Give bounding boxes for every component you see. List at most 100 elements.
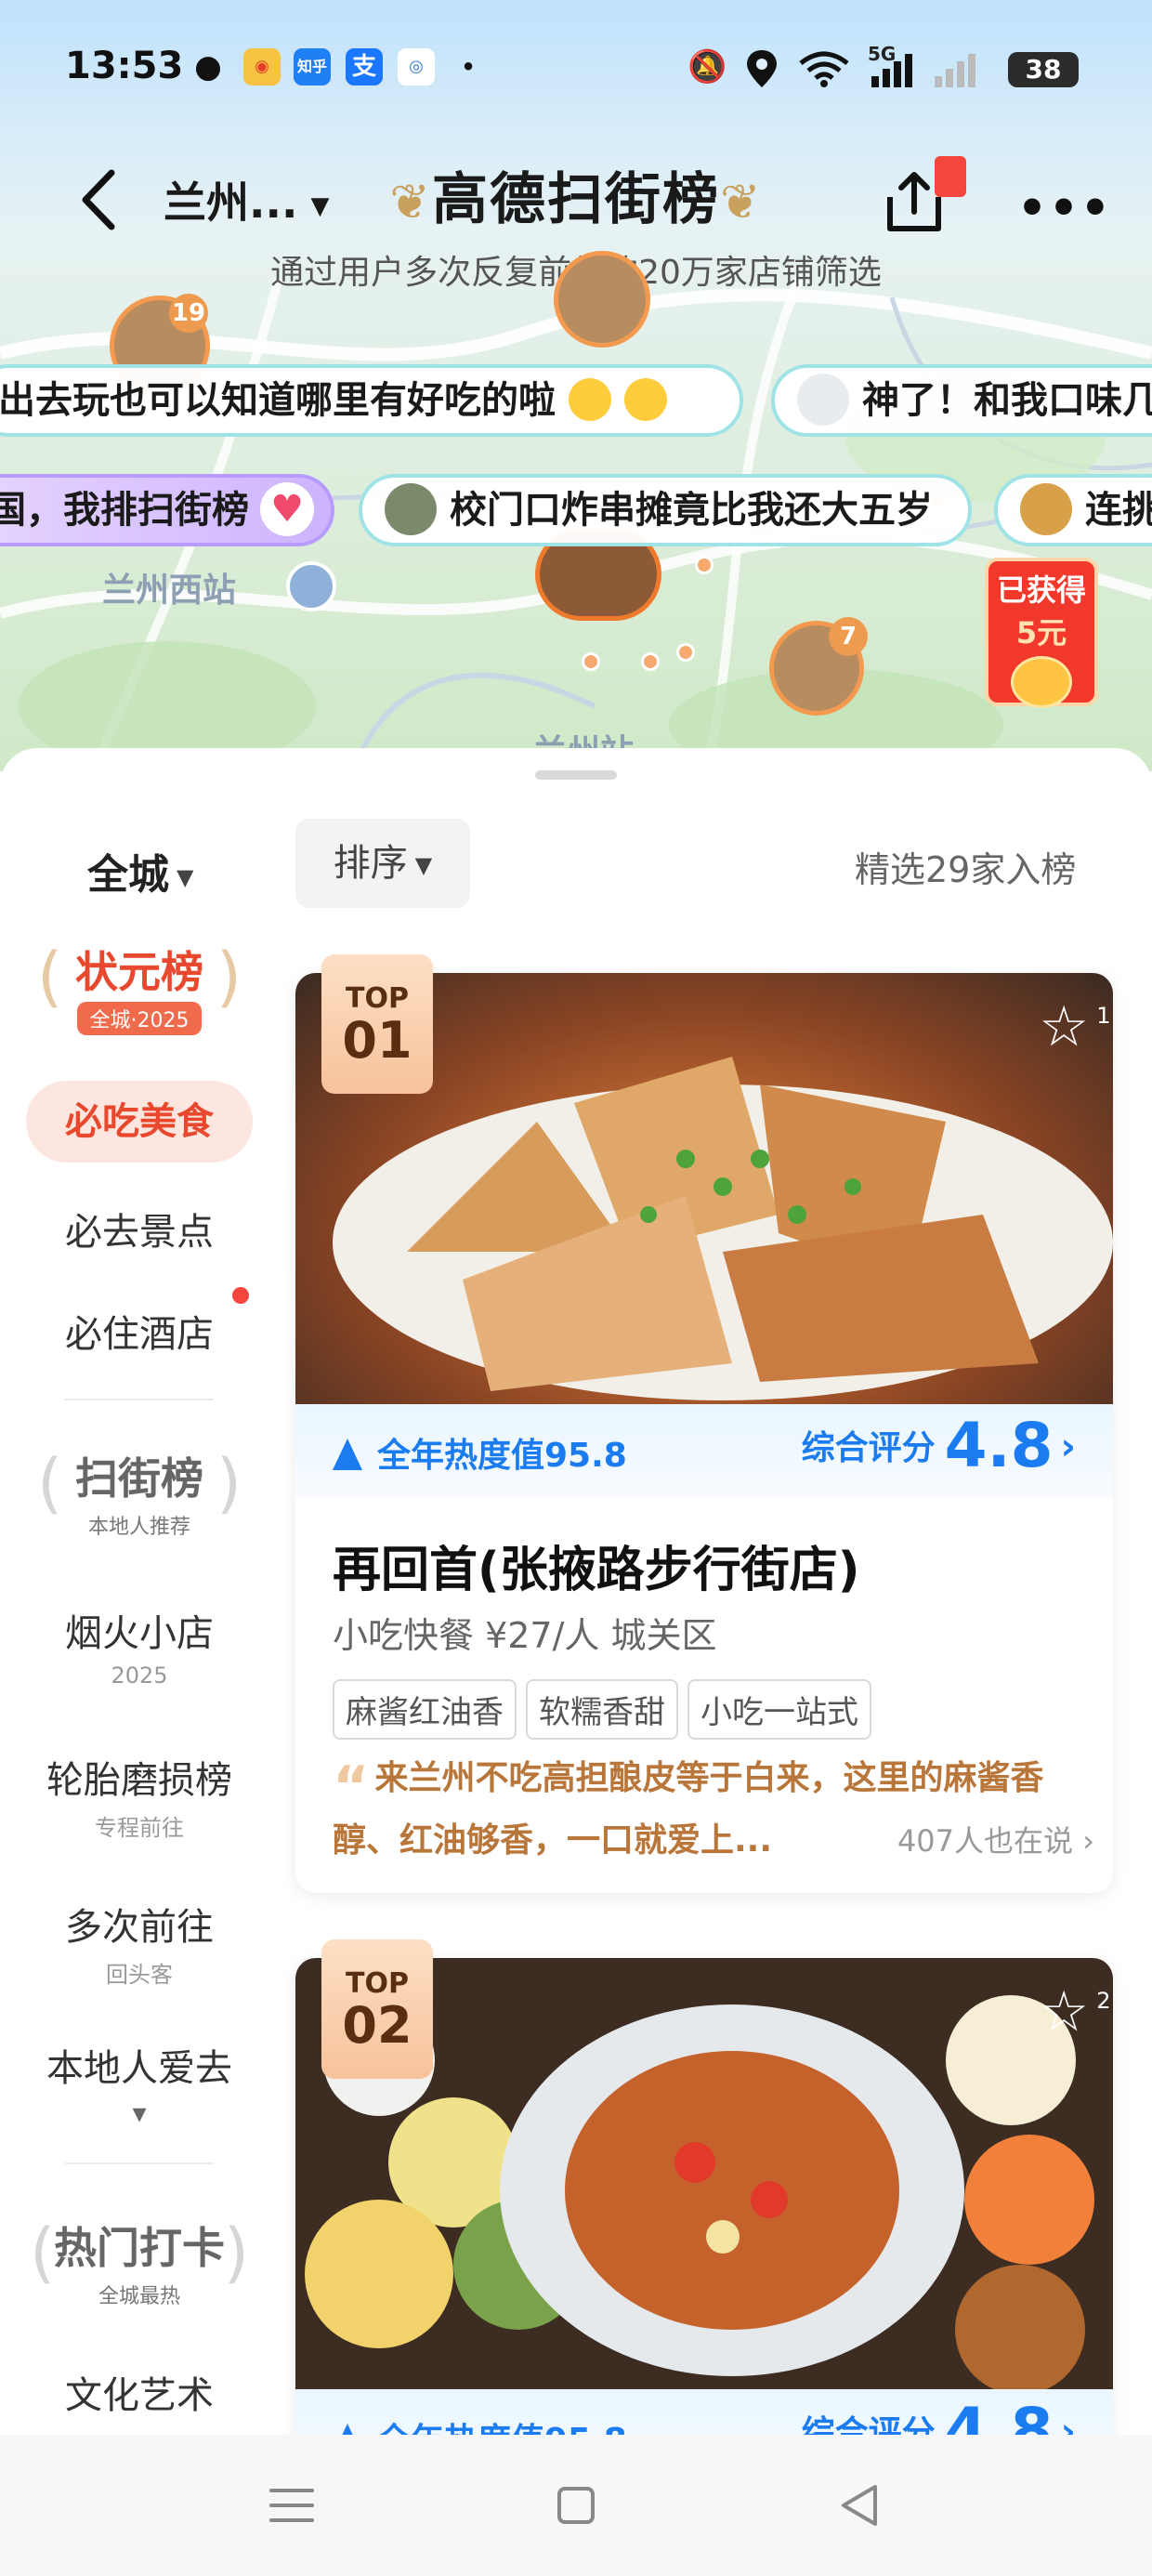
sidebar-item-must-eat[interactable]: 必吃美食 xyxy=(26,1081,253,1163)
map-pin[interactable] xyxy=(554,251,650,348)
sidebar-item-label: 多次前往 xyxy=(65,1906,214,1949)
sidebar-item-must-visit[interactable]: 必去景点 xyxy=(26,1202,253,1255)
menu-icon[interactable] xyxy=(255,2468,329,2543)
sidebar-item-sub: 2025 xyxy=(111,1663,168,1689)
danmaku-bubble[interactable]: 国，我排扫街榜 ♥ xyxy=(0,474,334,546)
home-icon[interactable] xyxy=(539,2468,613,2543)
filter-sort[interactable]: 排序 ▼ xyxy=(295,819,470,908)
more-icon[interactable]: ••• xyxy=(1017,181,1112,235)
laurel-right-icon: ) xyxy=(216,1445,242,1521)
sidebar-item-yanhuo[interactable]: 烟火小店 2025 xyxy=(26,1603,253,1689)
ranking-sheet: 全城 ▼ 排序 ▼ 精选29家入榜 ( 状元榜 全城·2025 ) 必吃美食 必去景… xyxy=(0,748,1152,2576)
amap-arrow-icon xyxy=(333,1439,362,1470)
quote-icon: “ xyxy=(333,1755,370,1820)
sidebar-item-must-stay[interactable]: 必住酒店 xyxy=(26,1304,253,1358)
danmaku-text: 出去玩也可以知道哪里有好吃的啦 xyxy=(0,379,556,422)
camera-icon: ◎ xyxy=(398,48,435,85)
star-icon: ☆ xyxy=(1039,994,1089,1059)
danmaku-bubble[interactable]: 神了！和我口味几 xyxy=(771,364,1152,437)
filter-sort-label: 排序 xyxy=(333,842,408,885)
result-count: 精选29家入榜 xyxy=(855,849,1077,890)
heart-icon: ♥ xyxy=(260,482,314,536)
sidebar-item-label: 烟火小店 xyxy=(65,1612,214,1655)
also-saying: 407人也在说 › xyxy=(897,1823,1094,1859)
badge-sub: 本地人推荐 xyxy=(87,1516,190,1539)
favorite-button[interactable]: ☆ 1.3w+ xyxy=(1039,994,1113,1059)
brand-text: 高德扫街榜 xyxy=(432,167,720,232)
reward-amount: 5元 xyxy=(1015,615,1067,651)
sidebar-item-label: 本地人爱去 xyxy=(46,2047,232,2090)
sidebar-divider xyxy=(65,1399,214,1400)
map-dot[interactable] xyxy=(582,652,600,671)
danmaku-bubble[interactable]: 连挑 xyxy=(994,474,1152,546)
sidebar-item-culture[interactable]: 文化艺术 xyxy=(26,2365,253,2419)
laurel-left-icon: ( xyxy=(37,1445,63,1521)
chevron-down-icon: ▼ xyxy=(310,191,330,220)
more-notifications-icon: • xyxy=(461,54,476,80)
map-label-station: 兰州西站 xyxy=(102,572,237,610)
favorite-count: 1.3w+ xyxy=(1096,1003,1113,1029)
overall-score: 综合评分 4.8 › xyxy=(802,1410,1076,1481)
map-dot[interactable] xyxy=(676,643,695,662)
rank-badge: TOP 02 xyxy=(321,1939,433,2079)
badge-title: 扫街榜 xyxy=(75,1453,203,1504)
filter-city[interactable]: 全城 ▼ xyxy=(87,841,193,900)
star-icon: ☆ xyxy=(1039,1979,1089,2044)
danmaku-text: 连挑 xyxy=(1085,489,1152,532)
favorite-count: 2.9k+ xyxy=(1096,1988,1113,2014)
back-icon[interactable] xyxy=(72,167,128,232)
drag-handle[interactable] xyxy=(535,770,617,780)
sidebar-badge-zhuangyuan[interactable]: ( 状元榜 全城·2025 ) xyxy=(37,939,242,1035)
map-dot[interactable] xyxy=(695,556,713,574)
map-header[interactable]: 13:53 ● ◉ 知乎 支 ◎ • 🔕 5G 38 兰州... ▼ ❦高德扫街… xyxy=(0,0,1152,771)
rank-label: TOP xyxy=(346,1967,409,2000)
city-selector[interactable]: 兰州... ▼ xyxy=(164,169,329,230)
filter-city-label: 全城 xyxy=(87,851,169,899)
danmaku-text: 神了！和我口味几 xyxy=(862,379,1152,422)
restaurant-meta: 小吃快餐 ¥27/人 城关区 xyxy=(333,1615,717,1656)
system-nav-bar xyxy=(0,2435,1152,2576)
score-label: 综合评分 xyxy=(801,1429,936,1467)
back-nav-icon[interactable] xyxy=(823,2468,897,2543)
laurel-right-icon: ❦ xyxy=(720,175,763,230)
heat-text: 全年热度值95.8 xyxy=(377,1437,627,1475)
restaurant-card[interactable]: ☆ 1.3w+ 全年热度值95.8 综合评分4.8› 再回首(张掖路步行街店) … xyxy=(295,973,1113,1893)
city-name: 兰州... xyxy=(164,177,298,228)
red-envelope-icon xyxy=(935,156,966,197)
danmaku-text: 校门口炸串摊竟比我还大五岁 xyxy=(450,489,933,532)
laurel-right-icon: ) xyxy=(223,2215,249,2291)
map-dot[interactable] xyxy=(641,652,660,671)
chevron-down-icon: ▾ xyxy=(132,2097,147,2130)
badge-sub: 全城·2025 xyxy=(76,1002,203,1035)
sidebar-item-sub: 专程前往 xyxy=(95,1815,184,1841)
laurel-right-icon: ) xyxy=(216,939,242,1015)
chevron-down-icon: ▼ xyxy=(177,864,194,890)
danmaku-bubble[interactable]: 出去玩也可以知道哪里有好吃的啦 xyxy=(0,364,743,437)
tag: 小吃一站式 xyxy=(687,1679,871,1740)
sidebar-item-repeat[interactable]: 多次前往 回头客 xyxy=(26,1897,253,1989)
rank-number: 02 xyxy=(342,1996,412,2055)
sidebar-item-locals[interactable]: 本地人爱去 ▾ xyxy=(26,2038,253,2130)
also-saying-text: 407人也在说 xyxy=(897,1823,1074,1859)
notification-dot xyxy=(232,1287,249,1304)
train-station-icon xyxy=(286,561,336,611)
restaurant-name: 再回首(张掖路步行街店) xyxy=(333,1543,860,1598)
heat-score-bar[interactable]: 全年热度值95.8 综合评分4.8› xyxy=(295,1404,1113,1497)
rank-badge: TOP 01 xyxy=(321,954,433,1094)
sidebar-badge-hot[interactable]: ( 热门打卡 全城最热 ) xyxy=(30,2215,249,2311)
danmaku-bubble[interactable]: 校门口炸串摊竟比我还大五岁 xyxy=(359,474,972,546)
rank-label: TOP xyxy=(346,982,409,1015)
emoji-icon xyxy=(569,378,611,421)
wechat-icon: ● xyxy=(194,48,222,85)
pin-count-badge: 7 xyxy=(829,617,868,656)
tag: 麻酱红油香 xyxy=(333,1679,517,1740)
signal-icon xyxy=(871,54,975,87)
sidebar-item-tire[interactable]: 轮胎磨损榜 专程前往 xyxy=(26,1750,253,1842)
favorite-button[interactable]: ☆ 2.9k+ xyxy=(1039,1979,1113,2044)
emoji-icon xyxy=(624,378,667,421)
sidebar-badge-saojie[interactable]: ( 扫街榜 本地人推荐 ) xyxy=(37,1445,242,1542)
review-quote[interactable]: “来兰州不吃高担酿皮等于白来，这里的麻酱香醇、红油够香，一口就爱上... 407… xyxy=(333,1752,1094,1868)
reward-badge[interactable]: 已获得 5元 xyxy=(985,558,1098,708)
brand-title: ❦高德扫街榜❦ xyxy=(367,160,785,240)
pin-count-badge: 19 xyxy=(169,294,208,333)
